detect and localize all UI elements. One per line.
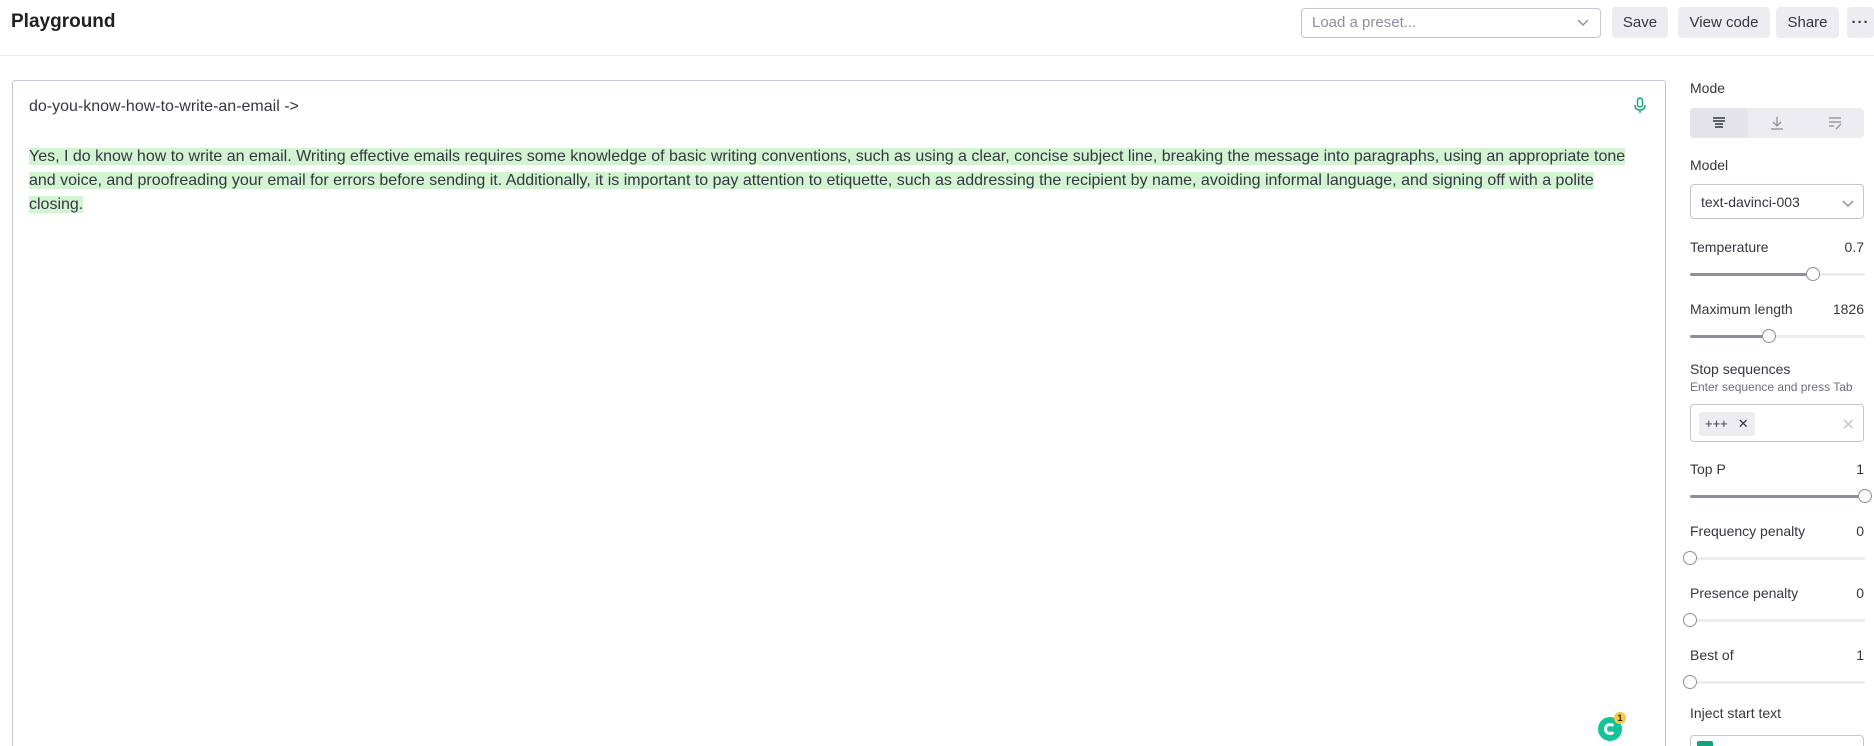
best-of-slider[interactable] <box>1683 675 1865 689</box>
chevron-down-icon <box>1577 19 1589 27</box>
completion-text: Yes, I do know how to write an email. Wr… <box>29 145 1639 217</box>
inject-start-text-label: Inject start text <box>1690 705 1782 721</box>
temperature-label: Temperature <box>1690 239 1769 255</box>
clear-icon[interactable]: ✕ <box>1842 415 1855 435</box>
presence-penalty-slider[interactable] <box>1683 613 1865 627</box>
page-title: Playground <box>11 11 116 32</box>
top-p-value[interactable]: 1 <box>1856 461 1864 477</box>
max-length-value[interactable]: 1826 <box>1833 301 1864 317</box>
stop-sequence-chip-label: +++ <box>1705 416 1728 431</box>
preset-placeholder: Load a preset... <box>1312 14 1417 31</box>
complete-icon <box>1713 117 1725 128</box>
inject-start-text-checkbox[interactable] <box>1697 741 1713 746</box>
model-select[interactable]: text-davinci-003 <box>1690 184 1864 219</box>
stop-sequences-input[interactable]: +++ ✕ ✕ <box>1690 404 1864 442</box>
stop-sequences-hint: Enter sequence and press Tab <box>1690 380 1853 394</box>
best-of-label: Best of <box>1690 647 1734 663</box>
top-p-slider-fill <box>1690 495 1865 498</box>
max-length-slider-thumb[interactable] <box>1762 329 1777 343</box>
presence-penalty-value[interactable]: 0 <box>1856 585 1864 601</box>
prompt-editor[interactable]: do-you-know-how-to-write-an-email -> Yes… <box>12 80 1666 746</box>
chevron-down-icon <box>1842 200 1854 208</box>
frequency-penalty-slider-thumb[interactable] <box>1683 551 1697 565</box>
mode-edit-button[interactable] <box>1806 108 1864 138</box>
model-value: text-davinci-003 <box>1701 194 1800 210</box>
max-length-label: Maximum length <box>1690 301 1793 317</box>
top-p-slider-thumb[interactable] <box>1858 489 1872 503</box>
mode-label: Mode <box>1690 80 1726 96</box>
temperature-value[interactable]: 0.7 <box>1845 239 1864 255</box>
temperature-slider-thumb[interactable] <box>1805 267 1820 281</box>
top-bar: Playground Load a preset... Save View co… <box>0 0 1874 56</box>
model-label: Model <box>1690 157 1729 173</box>
mode-complete-button[interactable] <box>1690 108 1748 138</box>
best-of-slider-thumb[interactable] <box>1683 675 1697 689</box>
prompt-text: do-you-know-how-to-write-an-email -> <box>29 98 299 115</box>
max-length-slider-fill <box>1690 335 1770 338</box>
settings-sidebar: Mode Model text-davinci-003 Temperature … <box>1683 0 1874 746</box>
temperature-slider[interactable] <box>1690 267 1865 281</box>
inject-start-text-input[interactable] <box>1690 735 1864 746</box>
presence-penalty-label: Presence penalty <box>1690 585 1799 601</box>
insert-icon <box>1771 117 1783 130</box>
save-button[interactable]: Save <box>1612 7 1668 38</box>
top-p-label: Top P <box>1690 461 1726 477</box>
mode-toggle <box>1690 108 1864 138</box>
frequency-penalty-label: Frequency penalty <box>1690 523 1806 539</box>
grammarly-count-badge: 1 <box>1614 712 1626 724</box>
frequency-penalty-value[interactable]: 0 <box>1856 523 1864 539</box>
completion-highlight: Yes, I do know how to write an email. Wr… <box>29 148 1626 213</box>
grammarly-logo <box>1604 723 1616 735</box>
top-p-slider[interactable] <box>1690 489 1872 503</box>
stop-sequence-chip: +++ ✕ <box>1699 412 1755 436</box>
microphone-icon[interactable] <box>1633 97 1647 115</box>
presence-penalty-slider-thumb[interactable] <box>1683 613 1697 627</box>
temperature-slider-fill <box>1690 273 1813 276</box>
frequency-penalty-slider[interactable] <box>1683 551 1865 565</box>
max-length-slider[interactable] <box>1690 329 1865 343</box>
mode-insert-button[interactable] <box>1748 108 1806 138</box>
best-of-value[interactable]: 1 <box>1856 647 1864 663</box>
grammarly-icon[interactable]: 1 <box>1598 712 1626 741</box>
stop-sequences-label: Stop sequences <box>1690 361 1791 377</box>
preset-select[interactable]: Load a preset... <box>1301 8 1601 38</box>
edit-icon <box>1829 117 1842 130</box>
remove-chip-icon[interactable]: ✕ <box>1738 416 1749 431</box>
